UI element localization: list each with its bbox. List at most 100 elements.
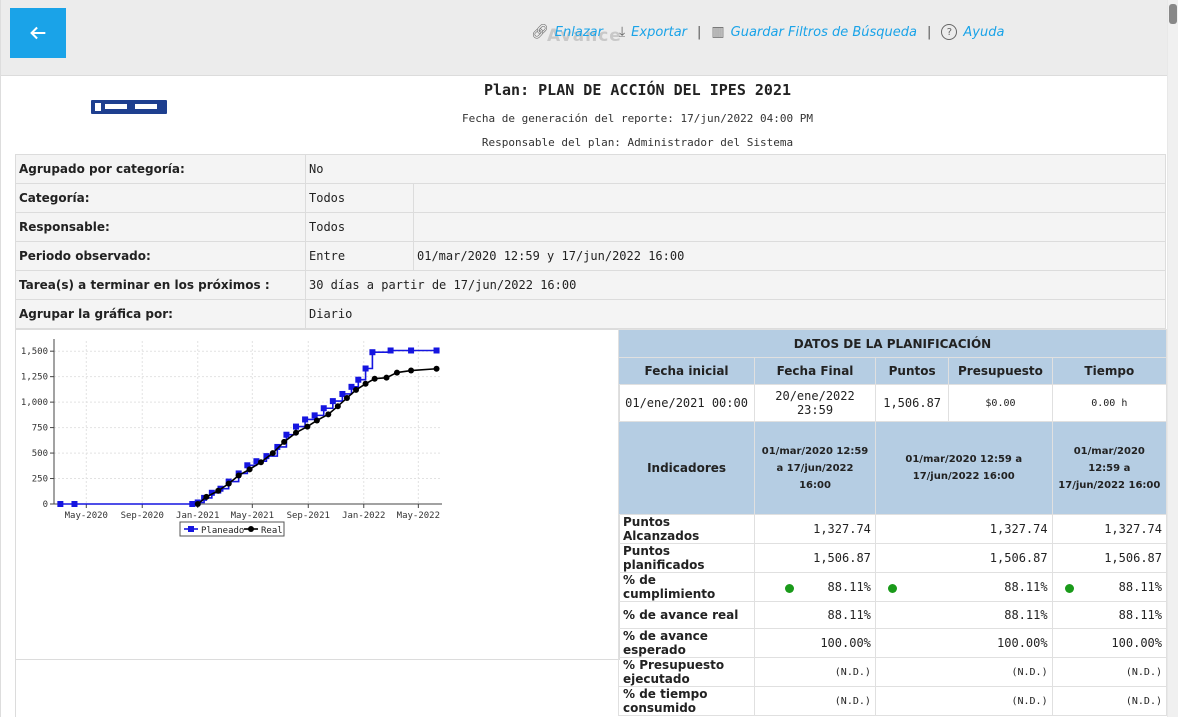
indicator-row: Puntos planificados 1,506.87 1,506.87 1,506…: [617, 543, 1168, 573]
plan-title: Plan: PLAN DE ACCIÓN DEL IPES 2021: [483, 81, 792, 99]
data-point-real: [393, 369, 400, 376]
indicator-cell: (N.D.): [874, 686, 1053, 716]
save-filters-label: Guardar Filtros de Búsqueda: [730, 24, 917, 40]
indicator-cell: 1,327.74: [874, 514, 1053, 544]
data-point-planeado: [355, 376, 362, 383]
indicator-cell: 1,506.87: [874, 543, 1053, 573]
indicator-value: 1,327.74: [1104, 522, 1162, 536]
y-tick-label: 1,000: [21, 398, 48, 408]
report-header: Plan: PLAN DE ACCIÓN DEL IPES 2021 Fecha…: [15, 78, 1166, 154]
data-point-real: [225, 480, 232, 487]
book-icon: ▥: [711, 24, 725, 40]
indicator-value: 100.00%: [1111, 636, 1162, 650]
indicator-value: 88.11%: [827, 608, 871, 622]
indicator-value: 1,506.87: [813, 551, 871, 565]
x-tick-label: Sep-2021: [287, 511, 330, 521]
col-points: Puntos: [874, 357, 950, 385]
col-time: Tiempo: [1051, 357, 1168, 385]
x-tick-label: Jan-2022: [342, 511, 385, 521]
y-tick-label: 1,250: [21, 373, 48, 383]
indicator-cell: 88.11%: [754, 601, 876, 629]
indicator-value: (N.D.): [1011, 666, 1048, 678]
data-point-real: [281, 438, 288, 445]
data-point-real: [292, 429, 299, 436]
filter-row: Periodo observado: Entre 01/mar/2020 12:…: [15, 241, 1166, 271]
link-button[interactable]: 🔗︎ Enlazar: [531, 24, 603, 40]
help-button[interactable]: ? Ayuda: [941, 24, 1004, 40]
data-point-real: [408, 367, 415, 374]
x-tick-label: May-2021: [231, 511, 274, 521]
col-end-date: Fecha Final: [754, 357, 876, 385]
filter-label: Periodo observado:: [15, 241, 306, 271]
planning-table: DATOS DE LA PLANIFICACIÓN Fecha inicial …: [617, 329, 1168, 716]
indicator-value: (N.D.): [834, 666, 871, 678]
status-dot-icon: [887, 584, 897, 593]
indicator-cell: 88.11%: [874, 601, 1053, 629]
period-header: 01/mar/2020 12:59 a 17/jun/2022 16:00: [874, 421, 1053, 515]
empty-panel: [15, 658, 619, 717]
end-date-value: 20/ene/2022 23:59: [754, 384, 876, 422]
indicator-value: 88.11%: [1118, 580, 1162, 594]
status-dot-icon: [1064, 584, 1074, 593]
data-point-real: [325, 411, 332, 418]
vertical-scrollbar[interactable]: [1168, 0, 1178, 717]
indicator-label: % de cumplimiento: [617, 572, 756, 602]
indicator-value: 1,327.74: [989, 522, 1048, 536]
data-point-real: [203, 493, 210, 500]
indicator-cell: 88.11%: [1051, 601, 1168, 629]
top-toolbar: Avance 🔗︎ Enlazar ⤓ Exportar | ▥ Guardar…: [1, 0, 1167, 76]
data-point-real: [215, 487, 222, 494]
indicator-value: 1,506.87: [989, 551, 1048, 565]
y-tick-label: 500: [32, 449, 48, 459]
save-filters-button[interactable]: ▥ Guardar Filtros de Búsqueda: [711, 24, 917, 40]
data-point-real: [343, 395, 350, 402]
indicator-value: 88.11%: [827, 580, 871, 594]
filter-value: 01/mar/2020 12:59 y 17/jun/2022 16:00: [413, 241, 1166, 271]
indicator-cell: (N.D.): [874, 657, 1053, 687]
plan-owner: Responsable del plan: Administrador del …: [481, 136, 794, 149]
data-point-planeado: [57, 501, 64, 507]
data-point-planeado: [320, 405, 327, 412]
indicator-value: 100.00%: [997, 636, 1048, 650]
indicator-value: 100.00%: [820, 636, 871, 650]
data-point-planeado: [362, 365, 369, 372]
indicator-value: 1,327.74: [813, 522, 871, 536]
data-point-real: [304, 423, 311, 430]
indicator-cell: 1,506.87: [754, 543, 876, 573]
filter-row: Agrupado por categoría: No: [15, 154, 1166, 184]
filter-label: Agrupar la gráfica por:: [15, 299, 306, 329]
status-dot-icon: [785, 584, 795, 593]
indicator-label: % de tiempo consumido: [617, 686, 756, 716]
legend-label: Planeado: [201, 526, 244, 536]
back-button[interactable]: [10, 8, 66, 58]
y-tick-label: 1,500: [21, 347, 48, 357]
time-value: 0.00 h: [1051, 384, 1168, 422]
filter-label: Responsable:: [15, 212, 306, 242]
indicator-cell: 100.00%: [1051, 628, 1168, 658]
scrollbar-thumb[interactable]: [1169, 4, 1177, 24]
budget-value: $0.00: [948, 384, 1053, 422]
indicator-value: 88.11%: [1004, 608, 1048, 622]
data-point-real: [235, 472, 242, 479]
indicator-label: % Presupuesto ejecutado: [617, 657, 756, 687]
filter-empty: [413, 183, 1166, 213]
export-button[interactable]: ⤓ Exportar: [619, 24, 687, 40]
indicator-cell: 1,327.74: [1051, 514, 1168, 544]
indicators-header: Indicadores: [617, 421, 756, 515]
link-label: Enlazar: [554, 24, 603, 40]
data-point-real: [334, 403, 341, 410]
filter-value: Entre: [305, 241, 414, 271]
indicator-cell: 100.00%: [754, 628, 876, 658]
series-line-planeado: [60, 349, 437, 505]
data-point-real: [371, 375, 378, 382]
data-point-real: [433, 365, 440, 372]
link-icon: 🔗︎: [531, 24, 549, 40]
filter-label: Agrupado por categoría:: [15, 154, 306, 184]
data-point-planeado: [292, 423, 299, 430]
indicator-label: % de avance esperado: [617, 628, 756, 658]
help-label: Ayuda: [963, 24, 1005, 40]
data-point-real: [257, 459, 264, 466]
data-point-planeado: [387, 347, 394, 354]
indicator-cell: (N.D.): [754, 657, 876, 687]
indicator-value: (N.D.): [834, 695, 871, 707]
